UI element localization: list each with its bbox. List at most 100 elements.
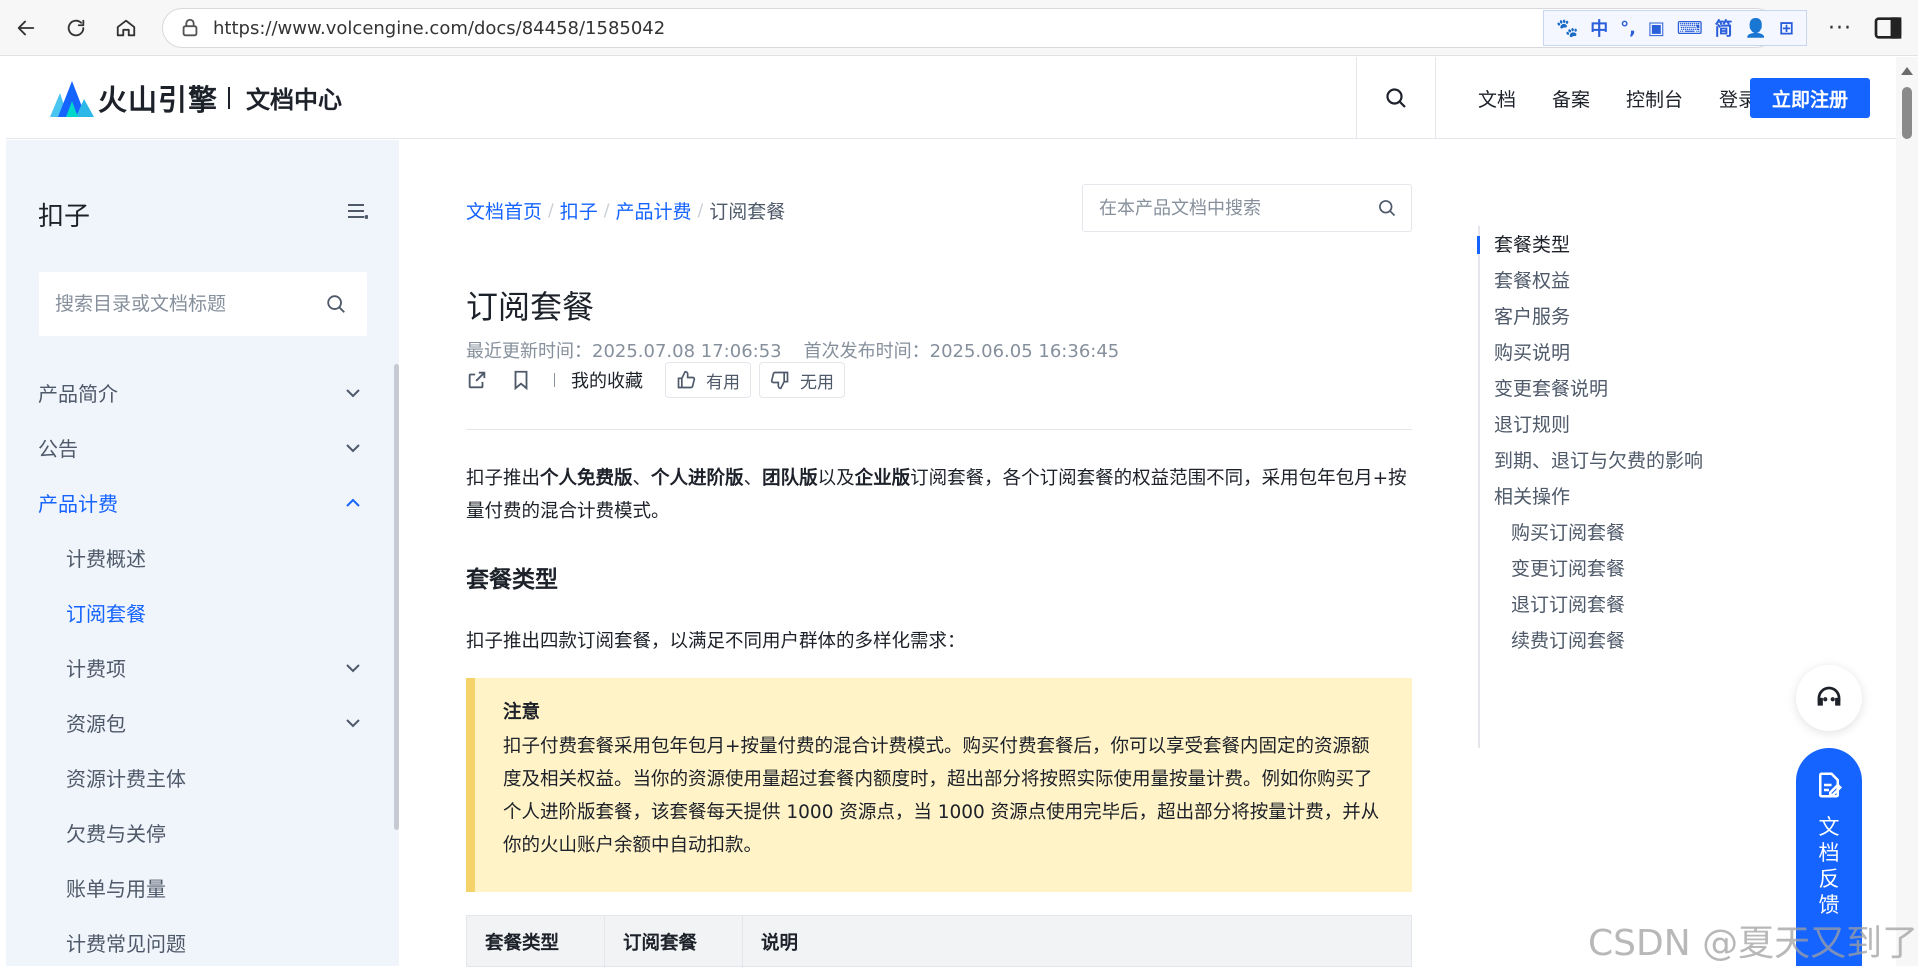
chevron-down-icon[interactable] xyxy=(342,382,364,404)
doc-meta: 最近更新时间：2025.07.08 17:06:53 首次发布时间：2025.0… xyxy=(466,337,1141,363)
sidebar-item[interactable]: 产品简介 xyxy=(6,365,386,420)
sidebar-toggle-icon[interactable] xyxy=(1872,12,1904,44)
sidebar-item-label: 产品简介 xyxy=(38,382,118,406)
doc-search-input[interactable] xyxy=(1099,197,1369,219)
search-icon[interactable] xyxy=(325,293,347,315)
sidebar-nav: 产品简介公告产品计费计费概述 订阅套餐 计费项 资源包 资源计费主体欠费与关停账单与用量… xyxy=(6,365,386,966)
ime-item[interactable]: ⊞ xyxy=(1779,18,1794,39)
intro-text: 、 xyxy=(632,468,652,489)
toc-item[interactable]: 相关操作 xyxy=(1494,482,1570,509)
home-icon xyxy=(116,19,136,37)
breadcrumb-coze[interactable]: 扣子 xyxy=(560,197,598,224)
toc-item[interactable]: 购买说明 xyxy=(1494,338,1570,365)
ime-item[interactable]: 👤 xyxy=(1745,18,1767,39)
sidebar-item[interactable]: 计费概述 xyxy=(6,530,386,585)
notice-callout: 注意 扣子付费套餐采用包年包月+按量付费的混合计费模式。购买付费套餐后，你可以享… xyxy=(466,678,1412,892)
external-link-icon[interactable] xyxy=(466,369,488,391)
watermark: CSDN @夏天又到了 xyxy=(1588,923,1918,964)
sidebar-search-input[interactable] xyxy=(55,293,315,315)
toc-item[interactable]: 退订规则 xyxy=(1494,410,1570,437)
useful-button[interactable]: 有用 xyxy=(665,362,751,398)
sidebar-item[interactable]: 资源计费主体 xyxy=(6,750,386,805)
lock-icon xyxy=(182,18,198,37)
ime-item[interactable]: 简 xyxy=(1715,15,1733,41)
breadcrumb: 文档首页 / 扣子 / 产品计费 / 订阅套餐 xyxy=(466,197,785,224)
search-icon[interactable] xyxy=(1377,198,1397,218)
ime-item[interactable]: 🐾 xyxy=(1556,18,1578,39)
table-header-cell: 说明 xyxy=(761,933,799,954)
ime-item[interactable]: 中 xyxy=(1590,15,1608,41)
doc-actions: 我的收藏 有用 无用 xyxy=(466,361,853,399)
collapse-menu-icon[interactable] xyxy=(346,200,368,222)
sidebar-item[interactable]: 公告 xyxy=(6,420,386,475)
sidebar-search-box[interactable] xyxy=(39,272,367,336)
toc-item[interactable]: 套餐权益 xyxy=(1494,266,1570,293)
sidebar-scrollbar[interactable] xyxy=(394,364,399,830)
arrow-left-icon xyxy=(17,20,35,36)
toc-item[interactable]: 套餐类型 xyxy=(1494,230,1570,257)
chevron-down-icon[interactable] xyxy=(342,657,364,679)
page-scrollbar[interactable] xyxy=(1896,57,1918,966)
ime-toolbar[interactable]: 🐾 中 °, ▣ ⌨ 简 👤 ⊞ xyxy=(1543,10,1807,46)
breadcrumb-billing[interactable]: 产品计费 xyxy=(616,197,692,224)
ime-item[interactable]: ▣ xyxy=(1648,18,1665,39)
back-button[interactable] xyxy=(8,10,44,46)
breadcrumb-docs-home[interactable]: 文档首页 xyxy=(466,197,542,224)
sidebar-item[interactable]: 产品计费 xyxy=(6,475,386,530)
page-title: 订阅套餐 xyxy=(466,288,595,326)
sidebar-item[interactable]: 资源包 xyxy=(6,695,386,750)
volcengine-logo-icon[interactable] xyxy=(50,79,94,117)
sidebar-item[interactable]: 订阅套餐 xyxy=(6,585,386,640)
section-paragraph: 扣子推出四款订阅套餐，以满足不同用户群体的多样化需求： xyxy=(466,631,966,652)
toc-item[interactable]: 到期、退订与欠费的影响 xyxy=(1494,446,1703,473)
header-search-button[interactable] xyxy=(1356,57,1436,139)
search-icon xyxy=(1386,88,1406,108)
docs-center-title[interactable]: 文档中心 xyxy=(246,80,342,115)
sidebar-item-label: 欠费与关停 xyxy=(66,822,166,846)
useless-button[interactable]: 无用 xyxy=(759,362,845,398)
intro-text: 扣子推出 xyxy=(466,468,541,489)
content-divider xyxy=(466,429,1412,430)
home-button[interactable] xyxy=(108,10,144,46)
url-text: https://www.volcengine.com/docs/84458/15… xyxy=(213,17,666,39)
intro-bold: 企业版 xyxy=(854,468,911,489)
toc-item[interactable]: 购买订阅套餐 xyxy=(1511,518,1625,545)
sidebar-item-label: 产品计费 xyxy=(38,492,118,516)
more-menu-button[interactable]: ··· xyxy=(1822,10,1858,46)
sidebar-item[interactable]: 欠费与关停 xyxy=(6,805,386,860)
chevron-down-icon[interactable] xyxy=(342,437,364,459)
scrollbar-thumb[interactable] xyxy=(1902,87,1912,139)
my-favorites-link[interactable]: 我的收藏 xyxy=(571,367,643,393)
sidebar-item[interactable]: 账单与用量 xyxy=(6,860,386,915)
bookmark-icon[interactable] xyxy=(510,369,532,391)
site-header: 火山引擎 文档中心 文档 备案 控制台 登录 立即注册 xyxy=(6,57,1896,139)
toc-item[interactable]: 客户服务 xyxy=(1494,302,1570,329)
sidebar-item[interactable]: 计费常见问题 xyxy=(6,915,386,966)
thumbs-up-icon xyxy=(677,370,696,389)
useful-label: 有用 xyxy=(706,372,740,393)
doc-search-box[interactable] xyxy=(1082,184,1412,232)
chevron-down-icon[interactable] xyxy=(342,712,364,734)
brand-name[interactable]: 火山引擎 xyxy=(98,77,218,119)
breadcrumb-separator: / xyxy=(603,200,610,221)
address-bar[interactable]: https://www.volcengine.com/docs/84458/15… xyxy=(162,8,1776,48)
toc-item[interactable]: 变更订阅套餐 xyxy=(1511,554,1625,581)
ime-item[interactable]: °, xyxy=(1620,18,1636,39)
scroll-up-arrow-icon[interactable] xyxy=(1901,67,1913,75)
ime-item[interactable]: ⌨ xyxy=(1677,18,1703,39)
chevron-up-icon[interactable] xyxy=(342,492,364,514)
sidebar-item[interactable]: 计费项 xyxy=(6,640,386,695)
nav-link-docs[interactable]: 文档 xyxy=(1478,85,1516,112)
section-heading-plan-types: 套餐类型 xyxy=(466,567,558,593)
toc-item[interactable]: 变更套餐说明 xyxy=(1494,374,1608,401)
table-header-row: 套餐类型 订阅套餐 说明 xyxy=(466,915,1412,968)
nav-link-console[interactable]: 控制台 xyxy=(1626,85,1683,112)
nav-link-filing[interactable]: 备案 xyxy=(1552,85,1590,112)
toc-item[interactable]: 续费订阅套餐 xyxy=(1511,626,1625,653)
signup-button[interactable]: 立即注册 xyxy=(1750,78,1870,118)
header-nav: 文档 备案 控制台 登录 xyxy=(1442,57,1757,139)
reload-button[interactable] xyxy=(58,10,94,46)
breadcrumb-separator: / xyxy=(697,200,704,221)
customer-support-button[interactable] xyxy=(1796,665,1862,731)
toc-item[interactable]: 退订订阅套餐 xyxy=(1511,590,1625,617)
